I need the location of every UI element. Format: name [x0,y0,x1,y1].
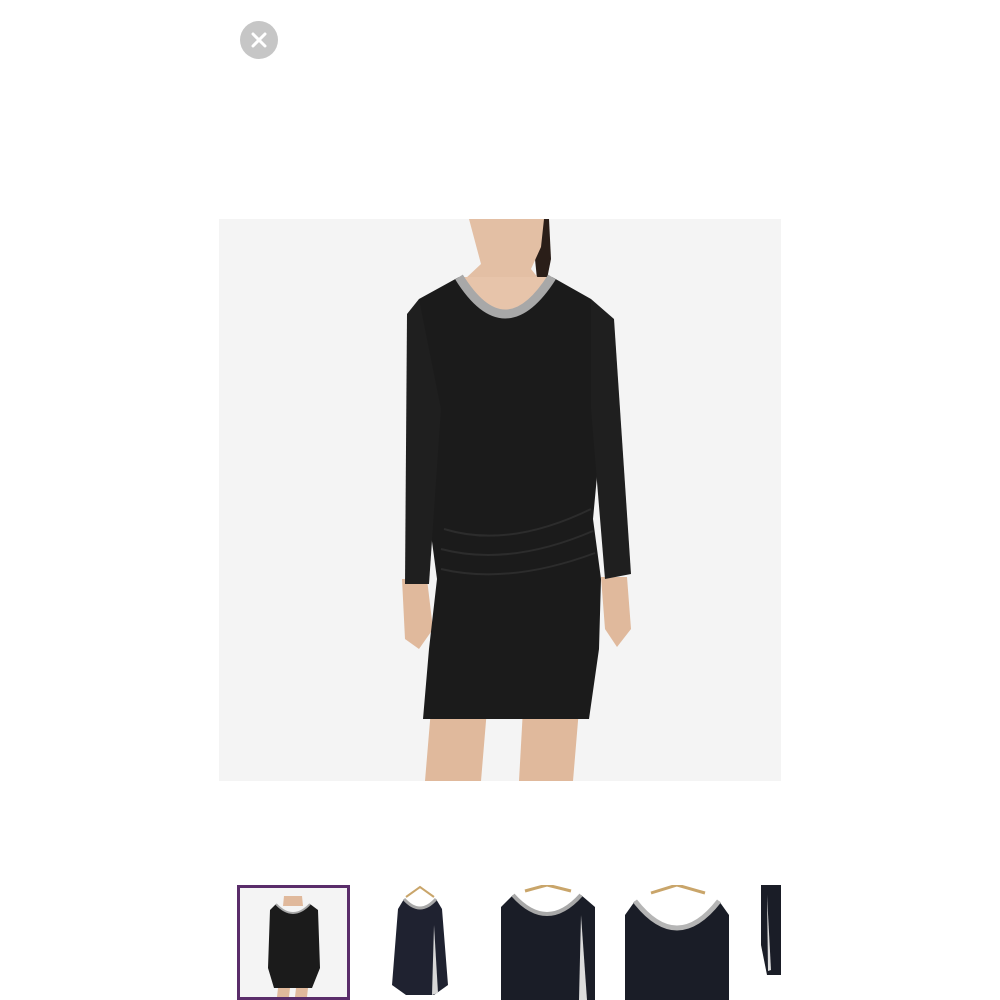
thumbnail-4[interactable] [625,885,729,1000]
thumbnail-1[interactable] [237,885,350,1000]
thumbnail-5[interactable] [759,885,781,1000]
close-icon [251,32,267,48]
thumbnail-strip [237,885,781,1000]
dress-model-photo [219,219,781,781]
main-product-image[interactable] [219,219,781,781]
thumbnail-2[interactable] [376,885,464,1000]
thumbnail-3[interactable] [495,885,599,1000]
close-button[interactable] [240,21,278,59]
